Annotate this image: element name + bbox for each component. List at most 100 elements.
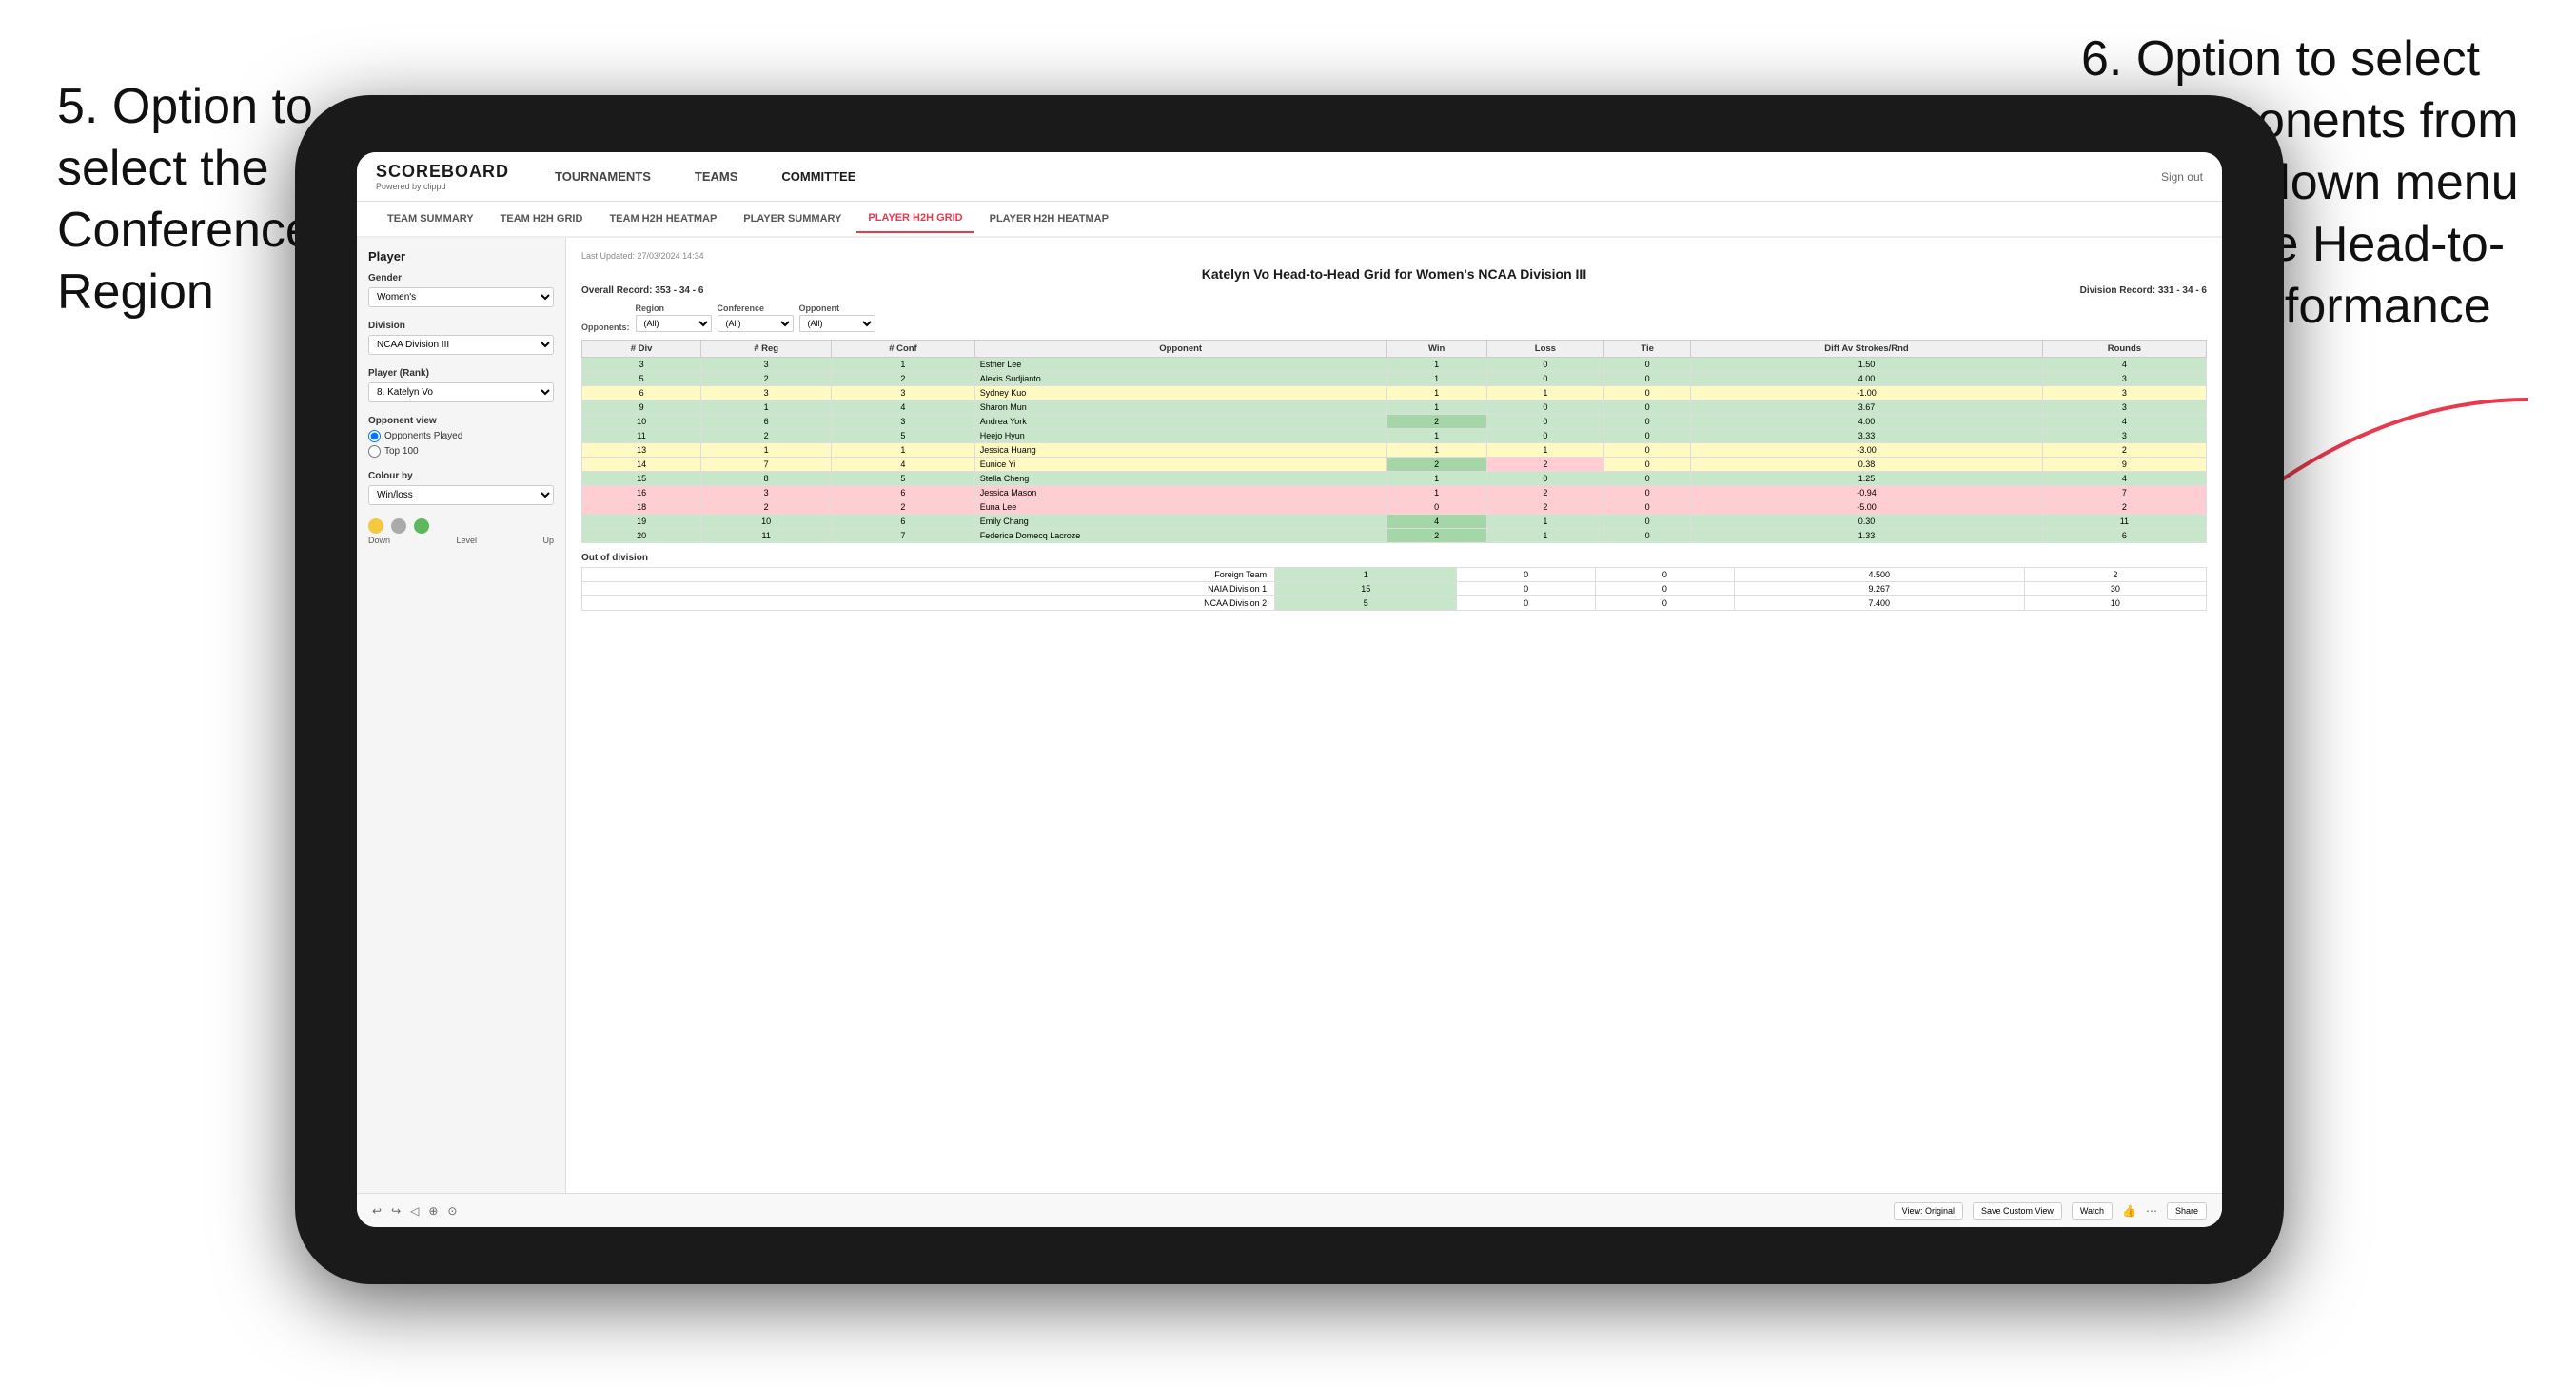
sub-nav-player-h2h-grid[interactable]: PLAYER H2H GRID [856, 205, 973, 233]
division-select[interactable]: NCAA Division III [368, 335, 554, 355]
table-row: 20117Federica Domecq Lacroze2101.336 [582, 529, 2207, 543]
sub-nav-team-h2h-heatmap[interactable]: TEAM H2H HEATMAP [598, 205, 728, 232]
nav-committee[interactable]: COMMITTEE [774, 166, 863, 187]
thumbs-up-icon[interactable]: 👍 [2122, 1204, 2136, 1218]
radio-opponents-played[interactable]: Opponents Played [368, 430, 554, 442]
out-of-division-label: Out of division [581, 553, 2207, 563]
table-row: 19106Emily Chang4100.3011 [582, 515, 2207, 529]
legend-level: Level [456, 536, 477, 545]
th-conf: # Conf [832, 341, 975, 358]
table-row: 1822Euna Lee020-5.002 [582, 500, 2207, 515]
sub-nav-team-h2h-grid[interactable]: TEAM H2H GRID [489, 205, 595, 232]
legend-circles [368, 518, 554, 534]
logo-area: SCOREBOARD Powered by clippd [376, 162, 509, 191]
table-row: 1585Stella Cheng1001.254 [582, 472, 2207, 486]
update-info: Last Updated: 27/03/2024 14:34 [581, 251, 2207, 261]
player-rank-select[interactable]: 8. Katelyn Vo [368, 382, 554, 402]
opponent-filter-select[interactable]: (All) [799, 315, 875, 332]
table-row: 522Alexis Sudjianto1004.003 [582, 372, 2207, 386]
data-area: Last Updated: 27/03/2024 14:34 Katelyn V… [566, 238, 2222, 1193]
table-row: 1474Eunice Yi2200.389 [582, 458, 2207, 472]
legend-section: Down Level Up [368, 518, 554, 545]
copy-icon[interactable]: ⊕ [428, 1204, 438, 1218]
overall-record-label: Overall Record: 353 - 34 - 6 [581, 285, 703, 296]
table-row: 1063Andrea York2004.004 [582, 415, 2207, 429]
save-custom-btn[interactable]: Save Custom View [1973, 1202, 2062, 1220]
sidebar-colour-by-section: Colour by Win/loss [368, 471, 554, 505]
out-table-row: Foreign Team1004.5002 [582, 568, 2207, 582]
th-tie: Tie [1604, 341, 1691, 358]
back-icon[interactable]: ◁ [410, 1204, 419, 1218]
out-of-division-table: Foreign Team1004.5002NAIA Division 11500… [581, 567, 2207, 611]
out-table-row: NAIA Division 115009.26730 [582, 582, 2207, 596]
logo-sub: Powered by clippd [376, 182, 509, 191]
legend-circle-up [414, 518, 429, 534]
table-row: 1636Jessica Mason120-0.947 [582, 486, 2207, 500]
division-record-label: Division Record: 331 - 34 - 6 [2080, 285, 2207, 296]
sign-out-link[interactable]: Sign out [2161, 170, 2203, 184]
th-rounds: Rounds [2042, 341, 2206, 358]
redo-icon[interactable]: ↪ [391, 1204, 401, 1218]
overall-record-value: 353 - 34 - 6 [655, 285, 703, 296]
gender-label: Gender [368, 273, 554, 283]
opponent-view-label: Opponent view [368, 416, 554, 426]
sidebar-player-rank-section: Player (Rank) 8. Katelyn Vo [368, 368, 554, 402]
tablet-screen: SCOREBOARD Powered by clippd TOURNAMENTS… [357, 152, 2222, 1227]
table-row: 914Sharon Mun1003.673 [582, 400, 2207, 415]
out-table-row: NCAA Division 25007.40010 [582, 596, 2207, 611]
legend-down: Down [368, 536, 390, 545]
division-record-value: 331 - 34 - 6 [2158, 285, 2207, 296]
view-original-btn[interactable]: View: Original [1894, 1202, 1963, 1220]
sidebar-gender-section: Gender Women's [368, 273, 554, 307]
legend-circle-down [368, 518, 383, 534]
sidebar-player-title: Player [368, 249, 554, 264]
conference-filter-select[interactable]: (All) [718, 315, 794, 332]
division-label: Division [368, 321, 554, 331]
grid-title: Katelyn Vo Head-to-Head Grid for Women's… [581, 266, 2207, 282]
watch-btn[interactable]: Watch [2072, 1202, 2113, 1220]
nav-tournaments[interactable]: TOURNAMENTS [547, 166, 659, 187]
opponent-filter-label: Opponent [799, 303, 875, 313]
sub-nav-player-h2h-heatmap[interactable]: PLAYER H2H HEATMAP [978, 205, 1120, 232]
th-diff: Diff Av Strokes/Rnd [1691, 341, 2043, 358]
colour-by-select[interactable]: Win/loss [368, 485, 554, 505]
player-rank-label: Player (Rank) [368, 368, 554, 379]
table-row: 331Esther Lee1001.504 [582, 358, 2207, 372]
table-row: 1125Heejo Hyun1003.333 [582, 429, 2207, 443]
th-win: Win [1386, 341, 1486, 358]
filter-row: Opponents: Region (All) Conference (All) [581, 303, 2207, 332]
more-icon[interactable]: ⋯ [2146, 1204, 2157, 1218]
share-btn[interactable]: Share [2167, 1202, 2207, 1220]
legend-up: Up [542, 536, 554, 545]
colour-by-label: Colour by [368, 471, 554, 481]
opponent-view-radio-group: Opponents Played Top 100 [368, 430, 554, 458]
history-icon[interactable]: ⊙ [447, 1204, 457, 1218]
sidebar-opponent-view-section: Opponent view Opponents Played Top 100 [368, 416, 554, 458]
table-row: 633Sydney Kuo110-1.003 [582, 386, 2207, 400]
tablet-frame: SCOREBOARD Powered by clippd TOURNAMENTS… [295, 95, 2284, 1284]
sub-nav-team-summary[interactable]: TEAM SUMMARY [376, 205, 485, 232]
radio-top100[interactable]: Top 100 [368, 445, 554, 458]
records-row: Overall Record: 353 - 34 - 6 Division Re… [581, 285, 2207, 296]
th-reg: # Reg [701, 341, 832, 358]
main-content: Player Gender Women's Division NCAA Divi… [357, 238, 2222, 1193]
region-filter-select[interactable]: (All) [636, 315, 712, 332]
undo-icon[interactable]: ↩ [372, 1204, 382, 1218]
nav-bar: SCOREBOARD Powered by clippd TOURNAMENTS… [357, 152, 2222, 202]
nav-teams[interactable]: TEAMS [687, 166, 746, 187]
sidebar-division-section: Division NCAA Division III [368, 321, 554, 355]
bottom-toolbar: ↩ ↪ ◁ ⊕ ⊙ View: Original Save Custom Vie… [357, 1193, 2222, 1227]
conference-filter-group: Conference (All) [718, 303, 794, 332]
left-sidebar: Player Gender Women's Division NCAA Divi… [357, 238, 566, 1193]
legend-circle-level [391, 518, 406, 534]
sub-nav: TEAM SUMMARY TEAM H2H GRID TEAM H2H HEAT… [357, 202, 2222, 238]
logo-text: SCOREBOARD [376, 162, 509, 182]
table-row: 1311Jessica Huang110-3.002 [582, 443, 2207, 458]
sub-nav-player-summary[interactable]: PLAYER SUMMARY [732, 205, 853, 232]
th-opponent: Opponent [974, 341, 1386, 358]
gender-select[interactable]: Women's [368, 287, 554, 307]
legend-labels: Down Level Up [368, 536, 554, 545]
th-div: # Div [582, 341, 701, 358]
opponent-filter-group: Opponent (All) [799, 303, 875, 332]
conference-filter-label: Conference [718, 303, 794, 313]
